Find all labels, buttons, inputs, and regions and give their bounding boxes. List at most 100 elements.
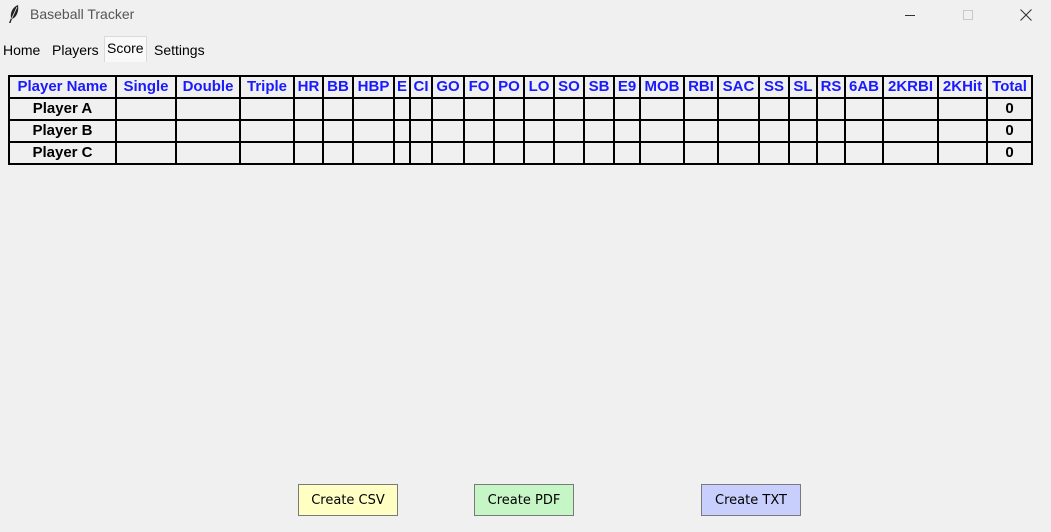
table-row: Player A 0 — [8, 97, 1033, 121]
stat-cell[interactable] — [639, 141, 685, 165]
stat-cell[interactable] — [553, 141, 585, 165]
column-header: GO — [431, 75, 465, 99]
stat-cell[interactable] — [293, 141, 324, 165]
stat-cell[interactable] — [788, 119, 818, 143]
stat-cell[interactable] — [322, 97, 354, 121]
stat-cell[interactable] — [937, 97, 988, 121]
column-header: 2KRBI — [882, 75, 939, 99]
window-title: Baseball Tracker — [30, 6, 135, 22]
create-csv-button[interactable]: Create CSV — [298, 484, 398, 516]
stat-cell[interactable] — [523, 97, 555, 121]
stat-cell[interactable] — [175, 119, 241, 143]
stat-cell[interactable] — [717, 141, 760, 165]
stat-cell[interactable] — [463, 119, 495, 143]
stat-cell[interactable] — [844, 97, 884, 121]
stat-cell[interactable] — [639, 97, 685, 121]
stat-cell[interactable] — [393, 97, 411, 121]
stat-cell[interactable] — [352, 119, 395, 143]
minimize-button[interactable] — [887, 0, 933, 30]
stat-cell[interactable] — [816, 119, 846, 143]
stat-cell[interactable] — [882, 119, 939, 143]
stat-cell[interactable] — [553, 119, 585, 143]
stat-cell[interactable] — [758, 119, 790, 143]
column-header: E9 — [613, 75, 641, 99]
stat-cell[interactable] — [431, 97, 465, 121]
tab-score[interactable]: Score — [104, 36, 147, 62]
stat-cell[interactable] — [844, 141, 884, 165]
stat-cell[interactable] — [882, 141, 939, 165]
close-button[interactable] — [1003, 0, 1049, 30]
stat-cell[interactable] — [523, 141, 555, 165]
stat-cell[interactable] — [409, 119, 433, 143]
stat-cell[interactable] — [683, 97, 719, 121]
stat-cell[interactable] — [293, 97, 324, 121]
column-header: 6AB — [844, 75, 884, 99]
total-cell: 0 — [986, 97, 1033, 121]
stat-cell[interactable] — [844, 119, 884, 143]
player-name-cell: Player A — [8, 97, 117, 121]
stat-cell[interactable] — [583, 141, 615, 165]
column-header: HBP — [352, 75, 395, 99]
stat-cell[interactable] — [239, 141, 295, 165]
create-txt-button[interactable]: Create TXT — [701, 484, 801, 516]
stat-cell[interactable] — [175, 141, 241, 165]
stat-cell[interactable] — [937, 141, 988, 165]
stat-cell[interactable] — [393, 141, 411, 165]
stat-cell[interactable] — [613, 97, 641, 121]
stat-cell[interactable] — [816, 141, 846, 165]
stat-cell[interactable] — [463, 141, 495, 165]
stat-cell[interactable] — [788, 97, 818, 121]
total-cell: 0 — [986, 119, 1033, 143]
stat-cell[interactable] — [683, 141, 719, 165]
stat-cell[interactable] — [463, 97, 495, 121]
close-icon — [1020, 9, 1032, 21]
tab-settings[interactable]: Settings — [151, 39, 208, 61]
stat-cell[interactable] — [409, 141, 433, 165]
stat-cell[interactable] — [431, 141, 465, 165]
stat-cell[interactable] — [758, 141, 790, 165]
stat-cell[interactable] — [788, 141, 818, 165]
stat-cell[interactable] — [758, 97, 790, 121]
stat-cell[interactable] — [553, 97, 585, 121]
stat-cell[interactable] — [115, 97, 177, 121]
stat-cell[interactable] — [322, 141, 354, 165]
stat-cell[interactable] — [115, 119, 177, 143]
stat-cell[interactable] — [583, 97, 615, 121]
tab-home[interactable]: Home — [0, 39, 43, 61]
stat-cell[interactable] — [431, 119, 465, 143]
stat-cell[interactable] — [393, 119, 411, 143]
column-header: SO — [553, 75, 585, 99]
tab-players[interactable]: Players — [49, 39, 102, 61]
stat-cell[interactable] — [937, 119, 988, 143]
total-cell: 0 — [986, 141, 1033, 165]
stat-cell[interactable] — [175, 97, 241, 121]
stat-cell[interactable] — [239, 119, 295, 143]
stat-cell[interactable] — [717, 97, 760, 121]
column-header: Single — [115, 75, 177, 99]
stat-cell[interactable] — [717, 119, 760, 143]
stat-cell[interactable] — [115, 141, 177, 165]
stat-cell[interactable] — [293, 119, 324, 143]
stat-cell[interactable] — [322, 119, 354, 143]
feather-icon — [9, 5, 19, 23]
stat-cell[interactable] — [352, 97, 395, 121]
column-header: SS — [758, 75, 790, 99]
column-header: Triple — [239, 75, 295, 99]
stat-cell[interactable] — [882, 97, 939, 121]
stat-cell[interactable] — [493, 97, 525, 121]
stat-cell[interactable] — [613, 119, 641, 143]
stat-cell[interactable] — [613, 141, 641, 165]
create-pdf-button[interactable]: Create PDF — [474, 484, 574, 516]
stat-cell[interactable] — [493, 141, 525, 165]
stat-cell[interactable] — [352, 141, 395, 165]
minimize-icon — [905, 15, 915, 16]
stat-cell[interactable] — [493, 119, 525, 143]
stat-cell[interactable] — [816, 97, 846, 121]
stat-cell[interactable] — [583, 119, 615, 143]
stat-cell[interactable] — [239, 97, 295, 121]
stat-cell[interactable] — [409, 97, 433, 121]
stat-cell[interactable] — [683, 119, 719, 143]
maximize-button[interactable] — [945, 0, 991, 30]
stat-cell[interactable] — [639, 119, 685, 143]
stat-cell[interactable] — [523, 119, 555, 143]
